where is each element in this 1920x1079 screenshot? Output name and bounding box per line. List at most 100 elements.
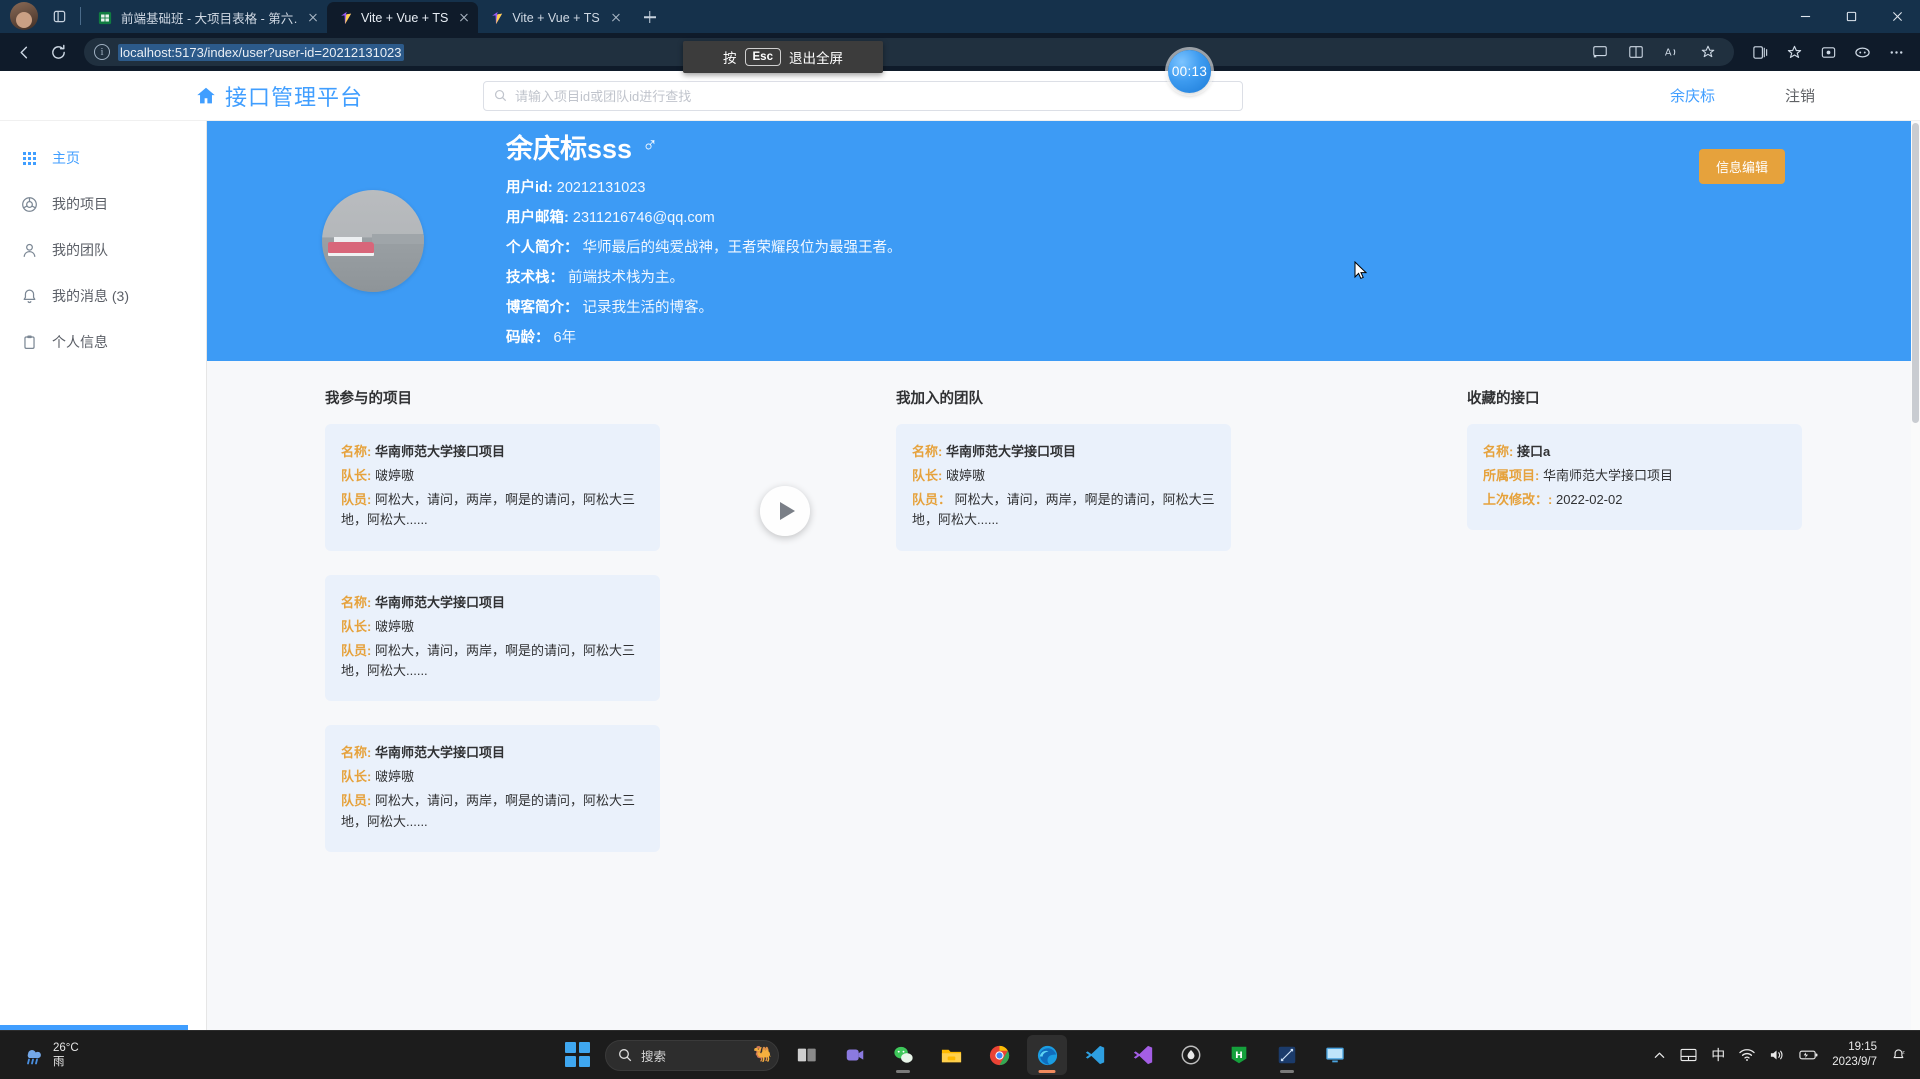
card-row-members: 队员: 阿松大，请问，两岸，啊是的请问，阿松大三地，阿松大...... (341, 641, 644, 681)
profile-field-bio: 个人简介： 华师最后的纯爱战神，王者荣耀段位为最强王者。 (506, 236, 902, 257)
app-brand[interactable]: 接口管理平台 (195, 80, 363, 112)
card-key: 队员: (341, 793, 372, 809)
rain-icon (22, 1045, 44, 1065)
taskbar-weather-widget[interactable]: 26°C 雨 (22, 1041, 79, 1070)
sidebar-item-home[interactable]: 主页 (0, 135, 206, 181)
card-value: 接口a (1516, 444, 1551, 459)
close-icon[interactable] (608, 10, 624, 26)
taskbar-clock[interactable]: 19:15 2023/9/7 (1832, 1040, 1877, 1069)
maximize-button[interactable] (1828, 0, 1874, 32)
avatar[interactable] (322, 190, 424, 292)
new-tab-button[interactable] (636, 3, 664, 31)
sidebar-item-personal-info[interactable]: 个人信息 (0, 319, 206, 365)
split-screen-icon[interactable] (1620, 37, 1652, 67)
sidebar-item-my-projects[interactable]: 我的项目 (0, 181, 206, 227)
hbuilder-icon[interactable]: H (1219, 1035, 1259, 1075)
project-card[interactable]: 名称: 华南师范大学接口项目 队长: 啵婷嗷 队员: 阿松大，请问，两岸，啊是的… (325, 574, 660, 702)
card-key: 名称: (1483, 444, 1514, 459)
read-aloud-icon[interactable]: A (1656, 37, 1688, 67)
browser-tab-title: Vite + Vue + TS (361, 10, 449, 25)
close-icon[interactable] (305, 10, 321, 26)
favorites-icon[interactable] (1778, 37, 1810, 67)
volume-icon[interactable] (1769, 1048, 1785, 1062)
taskbar-center: 搜索 🐫 H (565, 1035, 1355, 1075)
clock-time: 19:15 (1848, 1041, 1877, 1054)
close-window-button[interactable] (1874, 0, 1920, 32)
edit-profile-button[interactable]: 信息编辑 (1698, 149, 1785, 184)
sidebar-item-my-teams[interactable]: 我的团队 (0, 227, 206, 273)
card-row-name: 名称: 华南师范大学接口项目 (341, 743, 644, 763)
project-card[interactable]: 名称: 华南师范大学接口项目 队长: 啵婷嗷 队员: 阿松大，请问，两岸，啊是的… (325, 424, 660, 551)
search-icon (494, 89, 507, 102)
search-icon (618, 1048, 632, 1062)
profile-field-email: 用户邮箱: 2311216746@qq.com (506, 206, 902, 227)
file-explorer-icon[interactable] (931, 1035, 971, 1075)
project-card[interactable]: 名称: 华南师范大学接口项目 队长: 啵婷嗷 队员: 阿松大，请问，两岸，啊是的… (325, 725, 660, 852)
browser-essentials-icon[interactable] (1812, 37, 1844, 67)
team-card[interactable]: 名称: 华南师范大学接口项目 队长: 啵婷嗷 队员： 阿松大，请问，两岸，啊是的… (896, 424, 1231, 551)
sidebar: 主页 我的项目 我的团队 我的消息 (3) 个人信息 (0, 121, 207, 1030)
vscode-icon[interactable] (1075, 1035, 1115, 1075)
recording-timer-badge[interactable]: 00:13 (1168, 50, 1211, 93)
touchpad-icon[interactable] (1680, 1048, 1697, 1062)
chrome-icon[interactable] (979, 1035, 1019, 1075)
svg-text:A: A (1665, 48, 1672, 59)
card-value: 阿松大，请问，两岸，啊是的请问，阿松大三地，阿松大...... (912, 492, 1215, 528)
wechat-icon[interactable] (883, 1035, 923, 1075)
search-placeholder: 请输入项目id或团队id进行查找 (515, 89, 692, 104)
back-button[interactable] (8, 37, 40, 67)
browser-tab-2[interactable]: Vite + Vue + TS (478, 2, 629, 33)
ime-chinese-icon[interactable]: 中 (1711, 1045, 1725, 1065)
profile-hero: 余庆标sss ♂ 用户id: 20212131023 用户邮箱: 2311216… (207, 121, 1920, 361)
favorite-star-icon[interactable] (1692, 37, 1724, 67)
battery-icon[interactable] (1799, 1049, 1818, 1061)
start-icon[interactable] (565, 1042, 591, 1068)
search-input[interactable]: 请输入项目id或团队id进行查找 (483, 80, 1244, 111)
reload-button[interactable] (42, 37, 74, 67)
tray-overflow-icon[interactable] (1653, 1049, 1666, 1062)
card-row-name: 名称: 接口a (1483, 442, 1786, 462)
page-scrollbar[interactable] (1911, 121, 1920, 1030)
sidebar-item-my-messages[interactable]: 我的消息 (3) (0, 273, 206, 319)
card-key: 队长: (341, 618, 372, 634)
cast-icon[interactable] (1584, 37, 1616, 67)
clock-date: 2023/9/7 (1832, 1056, 1877, 1068)
browser-profile-avatar[interactable] (10, 2, 38, 30)
close-icon[interactable] (456, 10, 472, 26)
profile-name-row: 余庆标sss ♂ (506, 127, 902, 166)
card-row-leader: 队长: 啵婷嗷 (341, 466, 644, 486)
browser-tab-1[interactable]: Vite + Vue + TS (327, 2, 479, 33)
card-value: 阿松大，请问，两岸，啊是的请问，阿松大三地，阿松大...... (341, 642, 635, 678)
home-icon (195, 85, 217, 107)
edge-icon[interactable] (1027, 1035, 1067, 1075)
bell-sleep-icon[interactable]: z (1891, 1048, 1906, 1063)
task-view-icon[interactable] (787, 1035, 827, 1075)
cards-area: 我参与的项目 名称: 华南师范大学接口项目 队长: 啵婷嗷 队员: 阿松大，请问… (207, 361, 1920, 1030)
header-username[interactable]: 余庆标 (1670, 85, 1715, 106)
navicat-icon[interactable] (1267, 1035, 1307, 1075)
card-value: 华南师范大学接口项目 (374, 745, 505, 761)
column-my-projects: 我参与的项目 名称: 华南师范大学接口项目 队长: 啵婷嗷 队员: 阿松大，请问… (207, 387, 778, 1030)
tab-actions-icon[interactable] (46, 3, 72, 29)
address-bar[interactable]: i localhost:5173/index/user?user-id=2021… (84, 38, 1734, 66)
api-card[interactable]: 名称: 接口a 所属项目: 华南师范大学接口项目 上次修改：: 2022-02-… (1467, 424, 1802, 531)
card-key: 名称: (912, 444, 943, 459)
minimize-button[interactable] (1782, 0, 1828, 32)
site-info-icon[interactable]: i (94, 44, 110, 60)
collections-icon[interactable] (1744, 37, 1776, 67)
apifox-icon[interactable] (1171, 1035, 1211, 1075)
column-title: 收藏的接口 (1467, 391, 1540, 407)
logout-link[interactable]: 注销 (1785, 85, 1815, 106)
vite-icon (488, 10, 504, 26)
profile-field-techstack: 技术栈： 前端技术栈为主。 (506, 266, 902, 287)
teams-icon[interactable] (835, 1035, 875, 1075)
taskbar-search-box[interactable]: 搜索 🐫 (605, 1039, 779, 1071)
browser-tab-0[interactable]: 前端基础班 - 大项目表格 - 第六… (87, 2, 327, 33)
settings-more-icon[interactable] (1880, 37, 1912, 67)
copilot-icon[interactable] (1846, 37, 1878, 67)
visual-studio-icon[interactable] (1123, 1035, 1163, 1075)
remote-desktop-icon[interactable] (1315, 1035, 1355, 1075)
play-icon[interactable] (760, 486, 810, 536)
wifi-icon[interactable] (1739, 1048, 1755, 1062)
esc-key-badge: Esc (744, 48, 781, 66)
